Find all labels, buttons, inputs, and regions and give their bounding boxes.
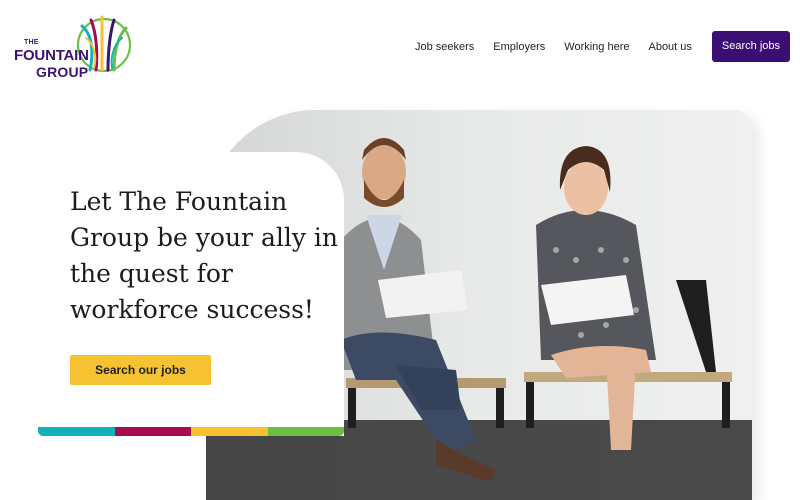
logo-text-the: THE <box>24 39 39 46</box>
hero-card: Let The Fountain Group be your ally in t… <box>38 152 344 436</box>
stripe-yellow <box>191 427 268 436</box>
hero-headline: Let The Fountain Group be your ally in t… <box>70 187 339 324</box>
site-header: THE FOUNTAIN GROUP Job seekers Employers… <box>0 0 800 92</box>
logo-text-fountain: FOUNTAIN <box>14 47 89 64</box>
nav-link-working-here[interactable]: Working here <box>564 41 629 53</box>
nav-link-about-us[interactable]: About us <box>648 41 691 53</box>
search-jobs-button[interactable]: Search jobs <box>711 31 790 62</box>
stripe-teal <box>38 427 115 436</box>
main-nav: Job seekers Employers Working here About… <box>415 31 790 62</box>
brand-logo[interactable]: THE FOUNTAIN GROUP <box>14 12 132 82</box>
nav-link-employers[interactable]: Employers <box>493 41 545 53</box>
stripe-green <box>267 427 344 436</box>
stripe-magenta <box>114 427 191 436</box>
brand-color-stripe <box>38 427 344 436</box>
search-our-jobs-button[interactable]: Search our jobs <box>70 355 211 385</box>
nav-link-job-seekers[interactable]: Job seekers <box>415 41 474 53</box>
logo-text-group: GROUP <box>36 64 89 80</box>
